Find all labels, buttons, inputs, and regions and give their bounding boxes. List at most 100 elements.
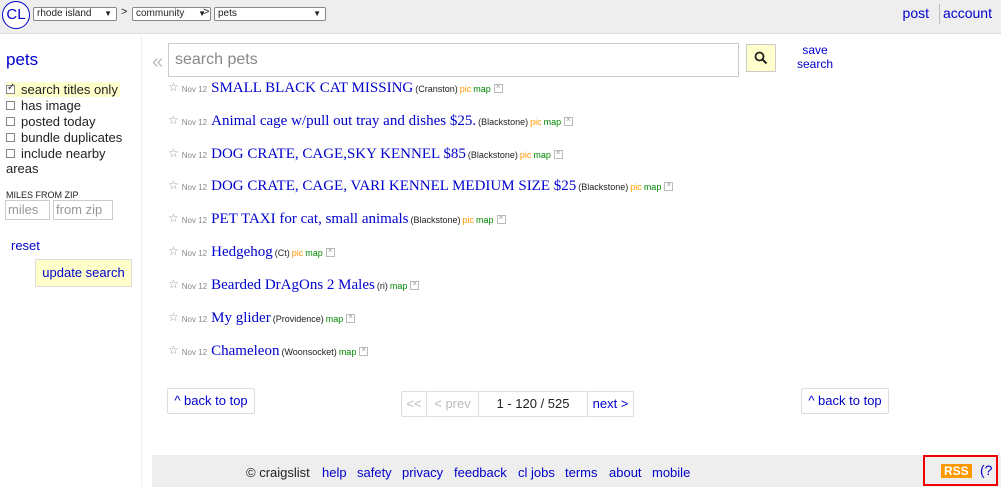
footer-link-cl-jobs[interactable]: cl jobs — [518, 465, 555, 480]
listing-title[interactable]: Bearded DrAgOns 2 Males — [211, 277, 375, 293]
listing-title[interactable]: My glider — [211, 310, 271, 326]
rss-highlight: RSS (? — [923, 455, 998, 486]
listing-map-link[interactable]: map — [390, 281, 408, 291]
listing-map-link[interactable]: map — [476, 215, 494, 225]
footer-copyright: © craigslist — [246, 465, 310, 480]
listing-map-link[interactable]: map — [326, 314, 344, 324]
zip-input[interactable]: from zip — [53, 200, 113, 220]
subcategory-select[interactable]: pets ▼ — [214, 7, 326, 21]
miles-input[interactable]: miles — [5, 200, 50, 220]
post-link[interactable]: post — [903, 5, 929, 21]
footer-link-terms[interactable]: terms — [565, 465, 598, 480]
favorite-star-icon[interactable]: ☆ — [168, 277, 179, 291]
favorite-star-icon[interactable]: ☆ — [168, 80, 179, 94]
listing-map-link[interactable]: map — [533, 150, 551, 160]
listing-row: ☆ Nov 12 DOG CRATE, CAGE,SKY KENNEL $85 (Bl… — [168, 145, 563, 165]
option-bundle-duplicates[interactable]: bundle duplicates — [6, 130, 122, 145]
save-search-line1: save — [802, 43, 828, 57]
option-search-titles-only[interactable]: search titles only — [6, 82, 120, 97]
listing-date: Nov 12 — [181, 151, 208, 160]
hide-listing-icon[interactable] — [553, 148, 563, 159]
listing-location: (Blackstone) — [410, 215, 461, 225]
prev-page-button[interactable]: < prev — [426, 391, 479, 417]
footer-link-safety[interactable]: safety — [357, 465, 392, 480]
hide-listing-icon[interactable] — [496, 213, 506, 224]
listing-map-link[interactable]: map — [305, 248, 323, 258]
listing-map-link[interactable]: map — [473, 84, 491, 94]
checkbox[interactable] — [6, 149, 15, 158]
search-button[interactable] — [746, 44, 776, 72]
favorite-star-icon[interactable]: ☆ — [168, 310, 179, 324]
listing-title[interactable]: DOG CRATE, CAGE, VARI KENNEL MEDIUM SIZE… — [211, 178, 576, 194]
area-select[interactable]: rhode island ▼ — [33, 7, 117, 21]
footer-link-privacy[interactable]: privacy — [402, 465, 443, 480]
listing-location: (Blackstone) — [578, 182, 629, 192]
listing-title[interactable]: DOG CRATE, CAGE,SKY KENNEL $85 — [211, 146, 466, 162]
option-areas-label: areas — [6, 161, 39, 176]
option-label: search titles only — [21, 82, 118, 97]
listing-location: (Blackstone) — [467, 150, 518, 160]
listing-map-link[interactable]: map — [339, 347, 357, 357]
listing-location: (Providence) — [272, 314, 324, 324]
hide-listing-icon[interactable] — [564, 115, 574, 126]
rss-feed-link[interactable]: RSS — [941, 464, 972, 478]
listing-title[interactable]: SMALL BLACK CAT MISSING — [211, 80, 413, 96]
checkbox[interactable] — [6, 117, 15, 126]
option-has-image[interactable]: has image — [6, 98, 81, 113]
update-search-button[interactable]: update search — [35, 259, 132, 287]
listing-title[interactable]: Chameleon — [211, 343, 279, 359]
footer-link-feedback[interactable]: feedback — [454, 465, 507, 480]
favorite-star-icon[interactable]: ☆ — [168, 178, 179, 192]
footer-link-about[interactable]: about — [609, 465, 642, 480]
listing-title[interactable]: Hedgehog — [211, 244, 273, 260]
category-select-value: community — [136, 8, 185, 19]
next-page-button[interactable]: next > — [587, 391, 634, 417]
chevron-down-icon: ▼ — [313, 9, 321, 18]
listing-date: Nov 12 — [181, 348, 208, 357]
hide-listing-icon[interactable] — [325, 246, 335, 257]
rss-help-link[interactable]: (? — [980, 462, 992, 478]
listing-date: Nov 12 — [181, 183, 208, 192]
hide-listing-icon[interactable] — [346, 312, 356, 323]
checkbox[interactable] — [6, 133, 15, 142]
favorite-star-icon[interactable]: ☆ — [168, 146, 179, 160]
listing-row: ☆ Nov 12 Bearded DrAgOns 2 Males (ri) map — [168, 276, 420, 296]
option-posted-today[interactable]: posted today — [6, 114, 95, 129]
listing-title[interactable]: PET TAXI for cat, small animals — [211, 211, 408, 227]
sidebar-title[interactable]: pets — [6, 50, 38, 70]
hide-listing-icon[interactable] — [664, 180, 674, 191]
first-page-button[interactable]: << — [401, 391, 427, 417]
checkbox[interactable] — [6, 101, 15, 110]
favorite-star-icon[interactable]: ☆ — [168, 211, 179, 225]
footer-link-mobile[interactable]: mobile — [652, 465, 690, 480]
listing-map-link[interactable]: map — [644, 182, 662, 192]
favorite-star-icon[interactable]: ☆ — [168, 343, 179, 357]
back-to-top-button-right[interactable]: ^ back to top — [801, 388, 889, 414]
option-include-nearby[interactable]: include nearby — [6, 146, 106, 161]
listing-location: (Blackstone) — [478, 117, 529, 127]
back-to-top-button-left[interactable]: ^ back to top — [167, 388, 255, 414]
listing-row: ☆ Nov 12 Hedgehog (Ct) pic map — [168, 243, 335, 263]
listing-pic-tag: pic — [519, 150, 532, 160]
reset-link[interactable]: reset — [11, 238, 40, 253]
listing-row: ☆ Nov 12 SMALL BLACK CAT MISSING (Cranston)… — [168, 79, 503, 99]
listing-row: ☆ Nov 12 PET TAXI for cat, small animals (B… — [168, 210, 506, 230]
craigslist-logo[interactable]: CL — [2, 1, 30, 29]
category-select[interactable]: community ▼ — [132, 7, 211, 21]
hide-listing-icon[interactable] — [359, 345, 369, 356]
favorite-star-icon[interactable]: ☆ — [168, 113, 179, 127]
hide-listing-icon[interactable] — [493, 82, 503, 93]
account-link[interactable]: account — [943, 5, 992, 21]
listing-row: ☆ Nov 12 Chameleon (Woonsocket) map — [168, 342, 369, 362]
hide-listing-icon[interactable] — [410, 279, 420, 290]
listing-date: Nov 12 — [181, 118, 208, 127]
save-search-link[interactable]: save search — [792, 43, 838, 71]
listing-map-link[interactable]: map — [544, 117, 562, 127]
footer-link-help[interactable]: help — [322, 465, 347, 480]
listing-title[interactable]: Animal cage w/pull out tray and dishes $… — [211, 113, 476, 129]
checkbox[interactable] — [6, 82, 15, 94]
favorite-star-icon[interactable]: ☆ — [168, 244, 179, 258]
listing-date: Nov 12 — [181, 315, 208, 324]
collapse-sidebar-icon[interactable]: « — [152, 51, 163, 74]
search-input[interactable]: search pets — [168, 43, 739, 77]
